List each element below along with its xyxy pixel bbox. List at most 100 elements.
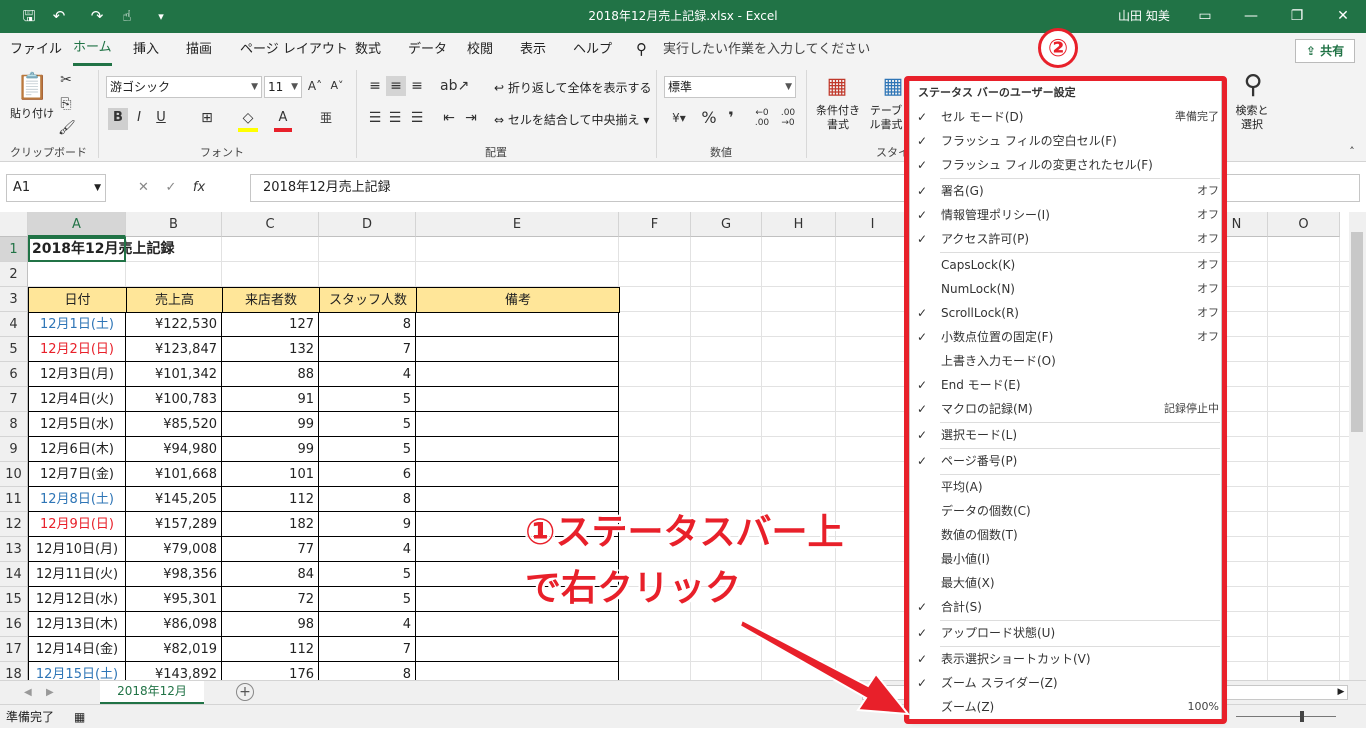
- menu-item[interactable]: 最大値(X): [910, 571, 1221, 595]
- tab-insert[interactable]: 挿入: [133, 33, 159, 66]
- column-header[interactable]: G: [691, 212, 762, 237]
- sales-cell[interactable]: ¥157,289: [126, 512, 222, 537]
- date-cell[interactable]: 12月13日(木): [28, 612, 126, 637]
- notes-cell[interactable]: [416, 662, 619, 680]
- row-header[interactable]: 3: [0, 287, 28, 312]
- staff-cell[interactable]: 8: [319, 312, 416, 337]
- share-button[interactable]: ⇪ 共有: [1295, 39, 1355, 63]
- column-header[interactable]: E: [416, 212, 619, 237]
- menu-item[interactable]: ✓ 合計(S): [910, 595, 1221, 619]
- bold-icon[interactable]: B: [108, 108, 128, 130]
- column-header[interactable]: I: [836, 212, 910, 237]
- font-size-select[interactable]: 11 ▼: [264, 76, 302, 98]
- copy-icon[interactable]: ⎘: [58, 94, 74, 114]
- name-box[interactable]: A1 ▼: [6, 174, 106, 202]
- staff-cell[interactable]: 8: [319, 662, 416, 680]
- staff-cell[interactable]: 4: [319, 537, 416, 562]
- row-header[interactable]: 7: [0, 387, 28, 412]
- tab-file[interactable]: ファイル: [10, 33, 62, 66]
- minimize-icon[interactable]: —: [1228, 0, 1274, 33]
- fill-color-icon[interactable]: ◇: [238, 108, 258, 132]
- scroll-right-icon[interactable]: ▶: [1334, 685, 1348, 700]
- collapse-ribbon-icon[interactable]: ˄: [1344, 142, 1360, 162]
- menu-item[interactable]: ズーム(Z) 100%: [910, 695, 1221, 719]
- column-header[interactable]: H: [762, 212, 836, 237]
- scrollbar-thumb[interactable]: [1351, 232, 1363, 432]
- font-name-select[interactable]: 游ゴシック ▼: [106, 76, 262, 98]
- visitors-cell[interactable]: 84: [222, 562, 319, 587]
- date-cell[interactable]: 12月2日(日): [28, 337, 126, 362]
- date-cell[interactable]: 12月11日(火): [28, 562, 126, 587]
- visitors-cell[interactable]: 99: [222, 437, 319, 462]
- format-table-button[interactable]: テーブル書式: [866, 104, 906, 132]
- tab-help[interactable]: ヘルプ: [573, 33, 612, 66]
- menu-item[interactable]: ✓ ページ番号(P): [910, 449, 1221, 473]
- staff-cell[interactable]: 4: [319, 362, 416, 387]
- row-header[interactable]: 12: [0, 512, 28, 537]
- decrease-indent-icon[interactable]: ⇤: [440, 108, 458, 128]
- date-cell[interactable]: 12月3日(月): [28, 362, 126, 387]
- align-top-icon[interactable]: ≡: [366, 76, 384, 96]
- menu-item[interactable]: ✓ 選択モード(L): [910, 423, 1221, 447]
- visitors-cell[interactable]: 176: [222, 662, 319, 680]
- date-cell[interactable]: 12月15日(土): [28, 662, 126, 680]
- column-header[interactable]: A: [28, 212, 126, 237]
- paste-button-label[interactable]: 貼り付け: [10, 104, 54, 124]
- zoom-slider-handle[interactable]: [1300, 711, 1304, 722]
- italic-icon[interactable]: I: [130, 108, 148, 128]
- column-header[interactable]: C: [222, 212, 319, 237]
- visitors-cell[interactable]: 88: [222, 362, 319, 387]
- menu-item[interactable]: ✓ 署名(G) オフ: [910, 179, 1221, 203]
- lightbulb-search-icon[interactable]: ⚲: [636, 33, 647, 66]
- notes-cell[interactable]: [416, 362, 619, 387]
- find-select-button[interactable]: 検索と選択: [1232, 104, 1272, 132]
- staff-cell[interactable]: 8: [319, 487, 416, 512]
- decrease-font-icon[interactable]: A˅: [328, 76, 346, 96]
- menu-item[interactable]: ✓ フラッシュ フィルの空白セル(F): [910, 129, 1221, 153]
- visitors-cell[interactable]: 99: [222, 412, 319, 437]
- sales-cell[interactable]: ¥100,783: [126, 387, 222, 412]
- sales-cell[interactable]: ¥145,205: [126, 487, 222, 512]
- menu-item[interactable]: 上書き入力モード(O): [910, 349, 1221, 373]
- menu-item[interactable]: ✓ 情報管理ポリシー(I) オフ: [910, 203, 1221, 227]
- column-header[interactable]: B: [126, 212, 222, 237]
- date-cell[interactable]: 12月8日(土): [28, 487, 126, 512]
- cut-icon[interactable]: ✂: [58, 70, 74, 90]
- conditional-format-icon[interactable]: ▦: [822, 72, 852, 102]
- date-cell[interactable]: 12月14日(金): [28, 637, 126, 662]
- visitors-cell[interactable]: 101: [222, 462, 319, 487]
- date-cell[interactable]: 12月7日(金): [28, 462, 126, 487]
- table-header-cell[interactable]: 来店者数: [222, 287, 320, 313]
- tab-formulas[interactable]: 数式: [355, 33, 381, 66]
- notes-cell[interactable]: [416, 312, 619, 337]
- staff-cell[interactable]: 7: [319, 337, 416, 362]
- percent-icon[interactable]: %: [700, 108, 718, 128]
- visitors-cell[interactable]: 77: [222, 537, 319, 562]
- sales-cell[interactable]: ¥86,098: [126, 612, 222, 637]
- tab-draw[interactable]: 描画: [186, 33, 212, 66]
- row-header[interactable]: 1: [0, 237, 28, 262]
- align-right-icon[interactable]: ☰: [408, 108, 426, 128]
- sales-cell[interactable]: ¥79,008: [126, 537, 222, 562]
- sales-cell[interactable]: ¥101,668: [126, 462, 222, 487]
- increase-font-icon[interactable]: A˄: [306, 76, 324, 96]
- notes-cell[interactable]: [416, 387, 619, 412]
- notes-cell[interactable]: [416, 337, 619, 362]
- tab-data[interactable]: データ: [408, 33, 447, 66]
- sales-cell[interactable]: ¥122,530: [126, 312, 222, 337]
- align-center-icon[interactable]: ☰: [386, 108, 404, 128]
- insert-function-icon[interactable]: fx: [193, 180, 205, 195]
- row-header[interactable]: 15: [0, 587, 28, 612]
- staff-cell[interactable]: 5: [319, 412, 416, 437]
- menu-item[interactable]: 最小値(I): [910, 547, 1221, 571]
- sales-cell[interactable]: ¥85,520: [126, 412, 222, 437]
- menu-item[interactable]: ✓ 小数点位置の固定(F) オフ: [910, 325, 1221, 349]
- table-header-cell[interactable]: スタッフ人数: [319, 287, 417, 313]
- sales-cell[interactable]: ¥123,847: [126, 337, 222, 362]
- ribbon-display-icon[interactable]: ▭: [1182, 0, 1228, 33]
- increase-indent-icon[interactable]: ⇥: [462, 108, 480, 128]
- sales-cell[interactable]: ¥101,342: [126, 362, 222, 387]
- align-bottom-icon[interactable]: ≡: [408, 76, 426, 96]
- row-header[interactable]: 11: [0, 487, 28, 512]
- date-cell[interactable]: 12月4日(火): [28, 387, 126, 412]
